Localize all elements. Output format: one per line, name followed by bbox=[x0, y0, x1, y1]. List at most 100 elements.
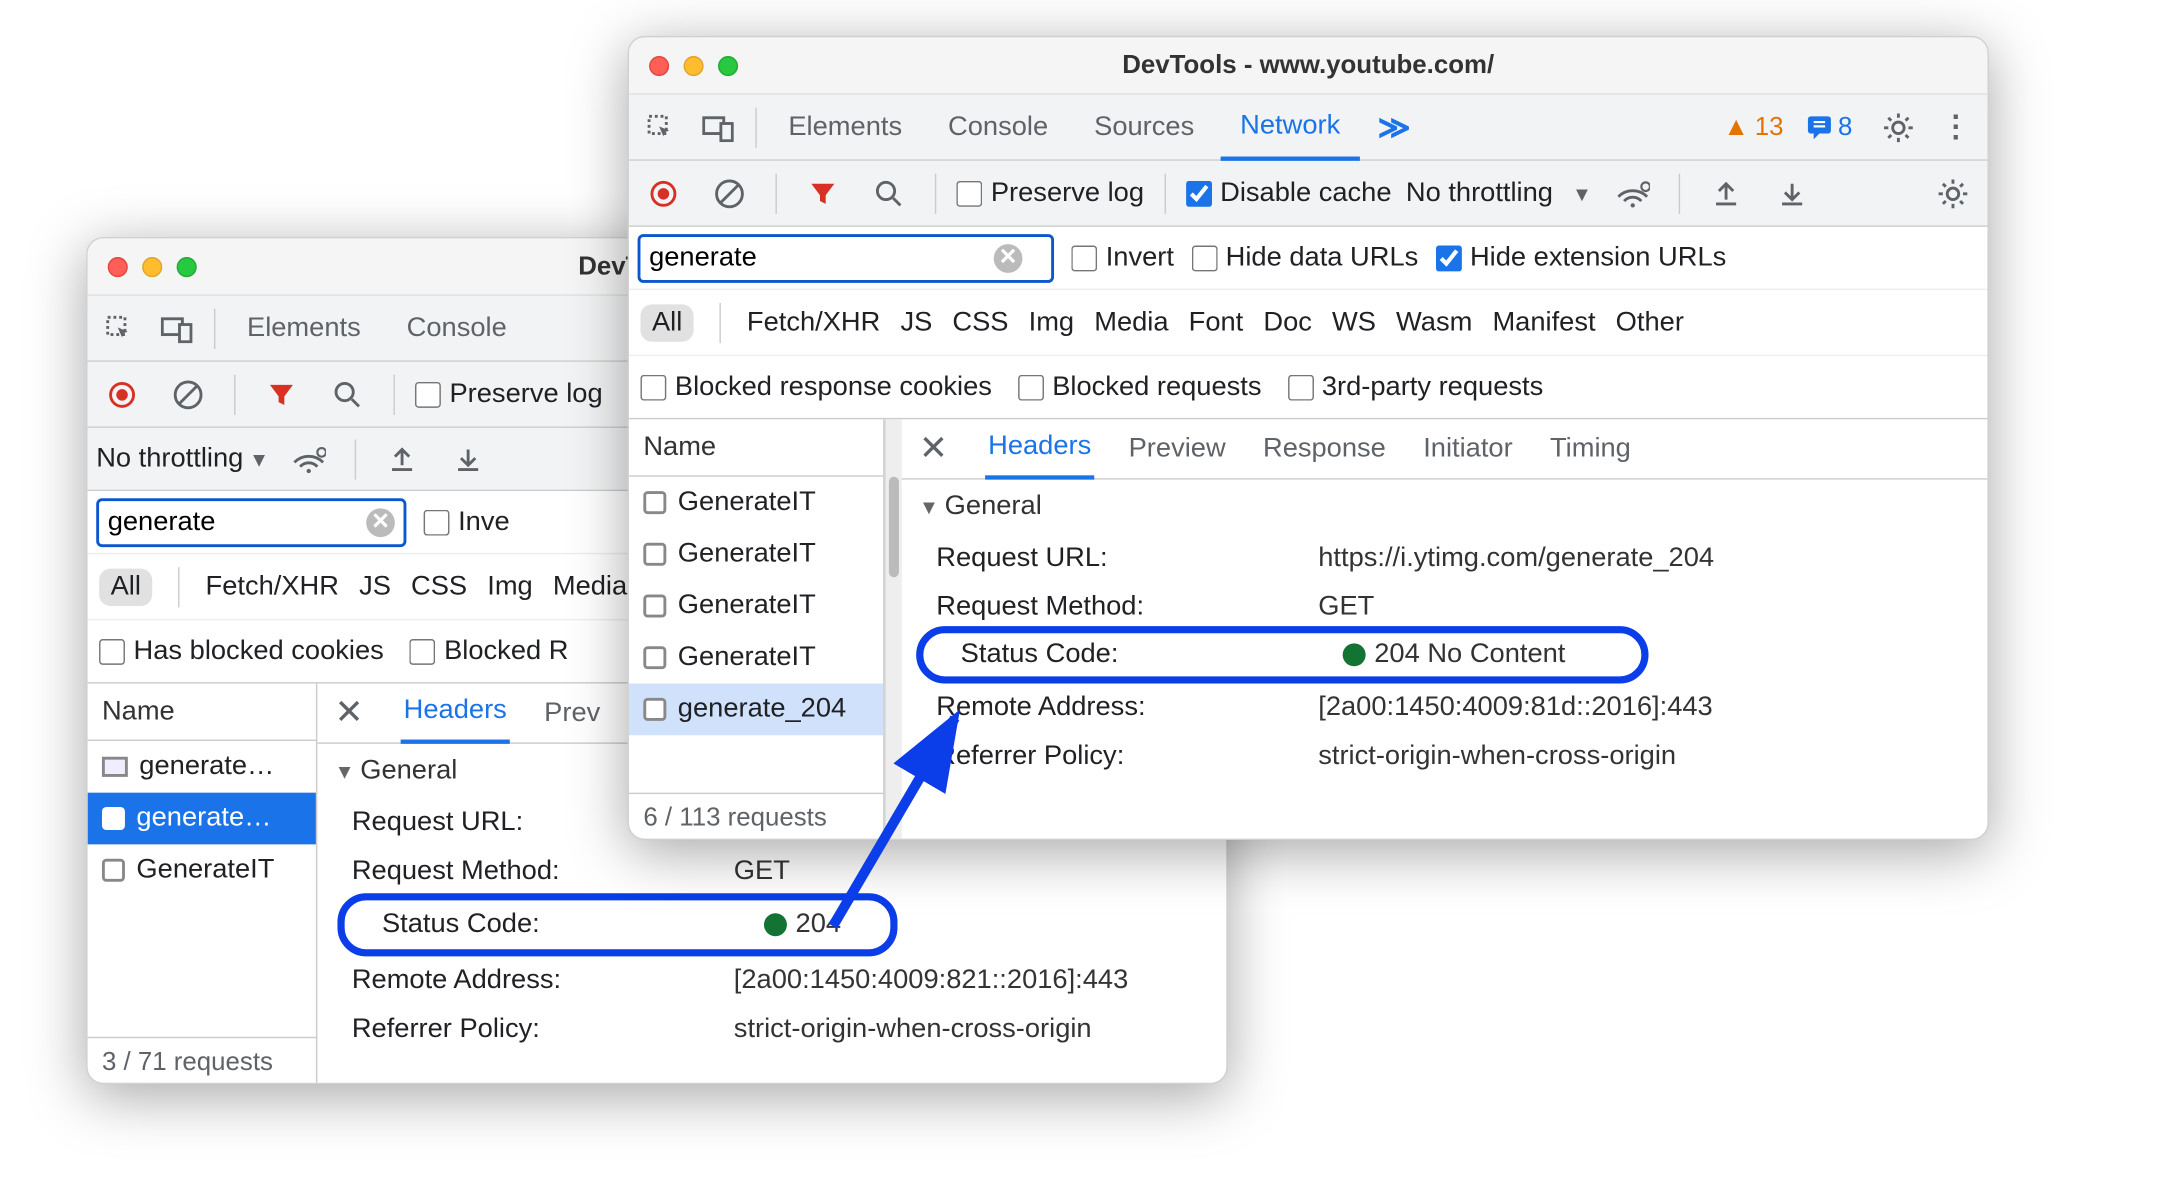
type-js[interactable]: JS bbox=[359, 571, 391, 603]
request-row[interactable]: generate… bbox=[88, 793, 316, 845]
request-row[interactable]: GenerateIT bbox=[629, 528, 883, 580]
type-ws[interactable]: WS bbox=[1332, 307, 1376, 339]
network-conditions-icon[interactable] bbox=[283, 433, 335, 485]
type-wasm[interactable]: Wasm bbox=[1396, 307, 1472, 339]
type-fetch[interactable]: Fetch/XHR bbox=[747, 307, 880, 339]
request-row[interactable]: GenerateIT bbox=[629, 632, 883, 684]
value-method: GET bbox=[734, 856, 790, 888]
disable-cache-checkbox[interactable]: Disable cache bbox=[1186, 177, 1392, 209]
invert-checkbox[interactable]: Inve bbox=[424, 506, 510, 538]
search-icon[interactable] bbox=[863, 167, 915, 219]
type-other[interactable]: Other bbox=[1616, 307, 1684, 339]
status-dot-icon bbox=[1343, 643, 1366, 666]
download-icon[interactable] bbox=[1766, 167, 1818, 219]
document-icon bbox=[643, 543, 666, 566]
type-media[interactable]: Media bbox=[1094, 307, 1168, 339]
tab-console[interactable]: Console bbox=[387, 295, 527, 361]
preserve-log-checkbox[interactable]: Preserve log bbox=[415, 378, 603, 410]
type-all[interactable]: All bbox=[640, 304, 693, 341]
type-all[interactable]: All bbox=[99, 568, 152, 605]
type-manifest[interactable]: Manifest bbox=[1492, 307, 1595, 339]
image-icon bbox=[102, 757, 128, 777]
hide-data-urls-checkbox[interactable]: Hide data URLs bbox=[1191, 242, 1418, 274]
inspect-icon[interactable] bbox=[93, 302, 145, 354]
type-css[interactable]: CSS bbox=[411, 571, 467, 603]
preserve-log-checkbox[interactable]: Preserve log bbox=[956, 177, 1144, 209]
invert-checkbox[interactable]: Invert bbox=[1071, 242, 1174, 274]
inspect-icon[interactable] bbox=[635, 101, 687, 153]
network-settings-icon[interactable] bbox=[1927, 167, 1979, 219]
network-toolbar: Preserve log Disable cache No throttling… bbox=[629, 161, 1987, 227]
request-row[interactable]: GenerateIT bbox=[88, 844, 316, 896]
settings-icon[interactable] bbox=[1873, 101, 1925, 153]
record-button[interactable] bbox=[638, 167, 690, 219]
third-party-checkbox[interactable]: 3rd-party requests bbox=[1287, 371, 1543, 403]
value-remote: [2a00:1450:4009:81d::2016]:443 bbox=[1318, 692, 1712, 724]
type-img[interactable]: Img bbox=[487, 571, 533, 603]
warnings-badge[interactable]: ▲13 bbox=[1723, 112, 1783, 142]
document-icon bbox=[102, 807, 125, 830]
filter-icon[interactable] bbox=[256, 368, 308, 420]
has-blocked-cookies-checkbox[interactable]: Has blocked cookies bbox=[99, 635, 384, 667]
blocked-response-cookies-checkbox[interactable]: Blocked response cookies bbox=[640, 371, 991, 403]
name-column-header[interactable]: Name bbox=[88, 684, 316, 741]
request-count: 3 / 71 requests bbox=[88, 1037, 316, 1084]
tab-console[interactable]: Console bbox=[928, 94, 1068, 160]
blocked-requests-checkbox[interactable]: Blocked requests bbox=[1018, 371, 1262, 403]
download-icon[interactable] bbox=[443, 433, 495, 485]
record-button[interactable] bbox=[96, 368, 148, 420]
type-img[interactable]: Img bbox=[1029, 307, 1075, 339]
detail-tab-response[interactable]: Response bbox=[1260, 419, 1389, 479]
more-tabs-icon[interactable]: ≫ bbox=[1366, 108, 1422, 145]
request-row[interactable]: generate… bbox=[88, 741, 316, 793]
tab-sources[interactable]: Sources bbox=[1074, 94, 1214, 160]
type-css[interactable]: CSS bbox=[952, 307, 1008, 339]
status-dot-icon bbox=[764, 913, 787, 936]
throttling-select[interactable]: No throttling▼ bbox=[96, 443, 269, 475]
request-row[interactable]: GenerateIT bbox=[629, 580, 883, 632]
main-tabs: Elements Console Sources Network ≫ ▲13 8… bbox=[629, 95, 1987, 161]
label-referrer: Referrer Policy: bbox=[317, 1014, 733, 1046]
detail-tab-preview[interactable]: Preview bbox=[1126, 419, 1229, 479]
upload-icon[interactable] bbox=[1700, 167, 1752, 219]
clear-button[interactable] bbox=[162, 368, 214, 420]
tab-elements[interactable]: Elements bbox=[227, 295, 381, 361]
type-doc[interactable]: Doc bbox=[1263, 307, 1312, 339]
close-detail-icon[interactable]: ✕ bbox=[913, 428, 953, 470]
type-font[interactable]: Font bbox=[1189, 307, 1244, 339]
tab-network[interactable]: Network bbox=[1220, 95, 1360, 161]
hide-extension-urls-checkbox[interactable]: Hide extension URLs bbox=[1436, 242, 1727, 274]
clear-filter-icon[interactable]: × bbox=[994, 243, 1023, 272]
tab-elements[interactable]: Elements bbox=[768, 94, 922, 160]
detail-tab-timing[interactable]: Timing bbox=[1547, 419, 1634, 479]
upload-icon[interactable] bbox=[377, 433, 429, 485]
request-row[interactable]: GenerateIT bbox=[629, 477, 883, 529]
value-referrer: strict-origin-when-cross-origin bbox=[734, 1014, 1092, 1046]
filter-input[interactable]: × bbox=[638, 233, 1054, 282]
clear-filter-icon[interactable]: × bbox=[366, 508, 395, 537]
messages-badge[interactable]: 8 bbox=[1806, 112, 1852, 142]
type-fetch[interactable]: Fetch/XHR bbox=[206, 571, 339, 603]
general-section-header[interactable]: ▼General bbox=[902, 480, 1988, 535]
network-conditions-icon[interactable] bbox=[1606, 167, 1658, 219]
detail-tab-headers[interactable]: Headers bbox=[401, 683, 510, 743]
type-media[interactable]: Media bbox=[553, 571, 627, 603]
window-title: DevTools - www.youtube.com/ bbox=[629, 50, 1987, 80]
filter-icon[interactable] bbox=[797, 167, 849, 219]
detail-tab-initiator[interactable]: Initiator bbox=[1420, 419, 1515, 479]
device-toolbar-icon[interactable] bbox=[692, 101, 744, 153]
throttling-select[interactable]: No throttling ▼ bbox=[1406, 177, 1592, 209]
clear-button[interactable] bbox=[704, 167, 756, 219]
value-status: 204 No Content bbox=[1374, 639, 1565, 671]
close-detail-icon[interactable]: ✕ bbox=[329, 692, 369, 734]
filter-input[interactable]: × bbox=[96, 498, 406, 547]
type-js[interactable]: JS bbox=[900, 307, 932, 339]
device-toolbar-icon[interactable] bbox=[151, 302, 203, 354]
search-icon[interactable] bbox=[322, 368, 374, 420]
blocked-requests-checkbox[interactable]: Blocked R bbox=[410, 635, 569, 667]
kebab-menu-icon[interactable]: ⋮ bbox=[1930, 101, 1982, 153]
document-icon bbox=[643, 698, 666, 721]
detail-tab-headers[interactable]: Headers bbox=[985, 419, 1094, 479]
detail-tab-preview[interactable]: Prev bbox=[541, 683, 603, 743]
name-column-header[interactable]: Name bbox=[629, 419, 883, 476]
